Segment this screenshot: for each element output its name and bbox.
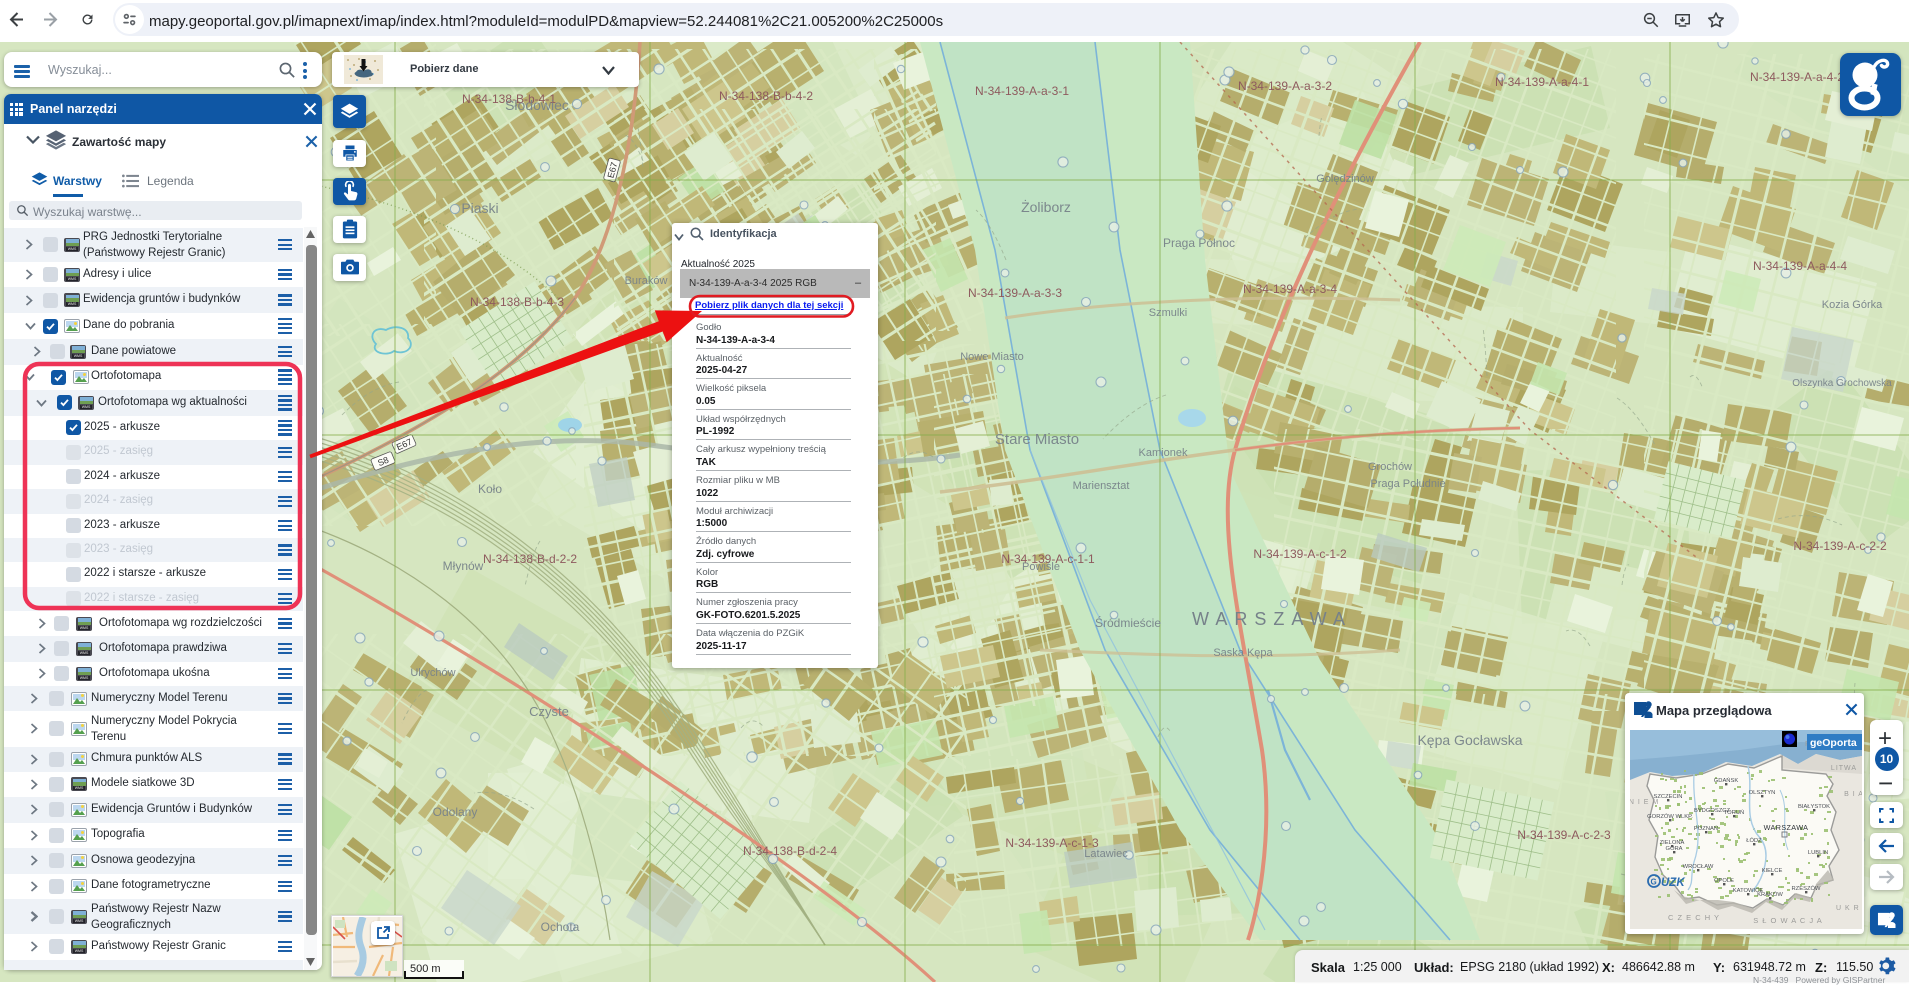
svg-text:Odolany: Odolany	[433, 805, 478, 819]
svg-text:N-34-139-A-a-4-4: N-34-139-A-a-4-4	[1753, 259, 1847, 273]
svg-text:N-34-139-A-a-3-2: N-34-139-A-a-3-2	[1238, 79, 1332, 93]
svg-text:N-34-139-A-a-3-1: N-34-139-A-a-3-1	[975, 84, 1069, 98]
svg-text:Praga Południe: Praga Południe	[1370, 478, 1445, 490]
svg-text:Kozia Górka: Kozia Górka	[1822, 299, 1883, 311]
svg-text:WARSZAWA: WARSZAWA	[1764, 823, 1809, 832]
svg-text:Młynów: Młynów	[443, 559, 484, 573]
svg-text:LITWA: LITWA	[1831, 765, 1857, 772]
svg-text:N-34-139-A-c-1-2: N-34-139-A-c-1-2	[1253, 547, 1347, 561]
svg-text:N I E M: N I E M	[1630, 799, 1659, 806]
svg-text:Latawiec: Latawiec	[1084, 848, 1128, 860]
svg-text:N-34-139-A-a-3-4: N-34-139-A-a-3-4	[1243, 282, 1337, 296]
svg-text:TORUŃ: TORUŃ	[1724, 809, 1745, 816]
svg-text:N-34-138-B-d-2-4: N-34-138-B-d-2-4	[743, 844, 837, 858]
svg-text:Słodowiec: Słodowiec	[505, 97, 569, 113]
svg-text:Nowe Miasto: Nowe Miasto	[960, 351, 1024, 363]
svg-text:ŁÓDŹ: ŁÓDŹ	[1746, 837, 1762, 844]
svg-text:N-34-139-A-c-2-3: N-34-139-A-c-2-3	[1517, 828, 1611, 842]
svg-text:N-34-138-B-d-2-2: N-34-138-B-d-2-2	[483, 552, 577, 566]
svg-text:UZK: UZK	[1661, 877, 1685, 889]
svg-text:N-34-138-B-b-4-3: N-34-138-B-b-4-3	[470, 295, 564, 309]
svg-text:Saska Kępa: Saska Kępa	[1213, 647, 1273, 659]
svg-text:Golędzinów: Golędzinów	[1316, 173, 1374, 185]
svg-text:S Ł O W A C J A: S Ł O W A C J A	[1753, 916, 1823, 925]
svg-text:Grochów: Grochów	[1368, 461, 1412, 473]
svg-text:geOporta: geOporta	[1810, 737, 1857, 749]
svg-text:RZESZÓW: RZESZÓW	[1792, 885, 1822, 892]
svg-text:C Z E C H Y: C Z E C H Y	[1668, 913, 1720, 922]
svg-text:Ulrychów: Ulrychów	[410, 667, 455, 679]
svg-text:N-34-139-A-c-2-2: N-34-139-A-c-2-2	[1793, 539, 1887, 553]
svg-text:Praga Północ: Praga Północ	[1163, 236, 1235, 250]
svg-text:GÓRA: GÓRA	[1665, 845, 1682, 852]
svg-text:POZNAŃ: POZNAŃ	[1694, 825, 1718, 832]
svg-text:Kępa Gocławska: Kępa Gocławska	[1417, 732, 1522, 748]
svg-text:Czyste: Czyste	[529, 704, 569, 719]
svg-text:N-34-139-A-a-4-2: N-34-139-A-a-4-2	[1750, 70, 1844, 84]
svg-text:Mariensztat: Mariensztat	[1073, 480, 1130, 492]
svg-text:Koło: Koło	[478, 482, 502, 496]
svg-text:Żoliborz: Żoliborz	[1021, 198, 1071, 215]
svg-text:GORZÓW WLKP.: GORZÓW WLKP.	[1647, 813, 1693, 820]
svg-text:Śródmieście: Śródmieście	[1095, 615, 1161, 630]
svg-text:GDAŃSK: GDAŃSK	[1714, 777, 1739, 784]
svg-text:N-34-139-A-a-3-3: N-34-139-A-a-3-3	[968, 286, 1062, 300]
svg-text:N-34-138-B-b-4-2: N-34-138-B-b-4-2	[719, 89, 813, 103]
svg-text:N-34-139-A-a-4-1: N-34-139-A-a-4-1	[1495, 75, 1589, 89]
svg-text:G: G	[1651, 878, 1657, 887]
svg-text:B I A: B I A	[1844, 791, 1862, 798]
svg-text:Kamionek: Kamionek	[1139, 447, 1188, 459]
svg-text:Ochota: Ochota	[541, 920, 580, 934]
svg-text:KRAKÓW: KRAKÓW	[1757, 891, 1783, 898]
svg-text:Stare Miasto: Stare Miasto	[995, 431, 1079, 448]
svg-text:Olszynka Grochowska: Olszynka Grochowska	[1792, 378, 1892, 389]
svg-text:Szmulki: Szmulki	[1149, 307, 1188, 319]
svg-text:Piaski: Piaski	[461, 200, 498, 216]
svg-text:WARSZAWA: WARSZAWA	[1192, 609, 1352, 629]
svg-text:Buraków: Buraków	[625, 275, 668, 287]
svg-text:Powiśle: Powiśle	[1022, 561, 1060, 573]
svg-text:U K R A: U K R A	[1836, 905, 1862, 912]
